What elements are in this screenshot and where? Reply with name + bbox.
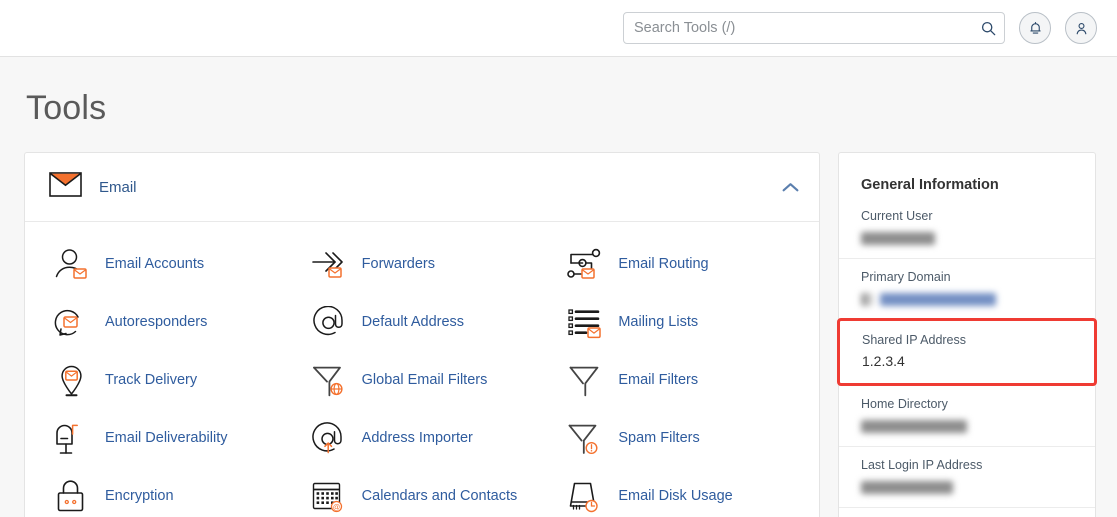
search-container: [623, 12, 1005, 44]
info-value-primary-domain[interactable]: [861, 290, 1073, 306]
tool-global-email-filters[interactable]: Global Email Filters: [294, 352, 551, 410]
info-row-last-login-ip-address: Last Login IP Address: [839, 446, 1095, 507]
loop-arrow-envelope-icon: [53, 304, 91, 342]
envelope-icon: [49, 172, 82, 202]
bell-icon[interactable]: [1019, 12, 1051, 44]
tool-email-filters[interactable]: Email Filters: [550, 352, 807, 410]
redacted-value: [861, 480, 953, 494]
sidebar-title: General Information: [861, 177, 999, 193]
tool-email-routing[interactable]: Email Routing: [550, 236, 807, 294]
tool-email-disk-usage[interactable]: Email Disk Usage: [550, 468, 807, 517]
search-input[interactable]: [623, 12, 1005, 44]
list-envelope-icon: [566, 304, 604, 342]
redacted-value: [861, 231, 935, 245]
tool-label: Address Importer: [361, 430, 473, 447]
page-title: Tools: [26, 89, 107, 127]
info-label: Last Login IP Address: [861, 458, 983, 472]
redacted-value: [861, 419, 967, 433]
main-content: Email Email Accounts Forwarders Email Ro…: [0, 128, 1117, 517]
tool-label: Mailing Lists: [618, 314, 699, 331]
info-label: Current User: [861, 209, 933, 223]
mailbox-icon: [53, 420, 91, 458]
calendar-at-icon: @: [310, 478, 348, 516]
tool-default-address[interactable]: Default Address: [294, 294, 551, 352]
tool-label: Global Email Filters: [361, 372, 488, 389]
email-section-header[interactable]: Email: [25, 153, 819, 222]
search-icon[interactable]: [977, 17, 999, 39]
chevron-up-icon[interactable]: [782, 182, 799, 193]
map-pin-envelope-icon: [53, 362, 91, 400]
tool-autoresponders[interactable]: Autoresponders: [37, 294, 294, 352]
tool-label: Encryption: [105, 488, 174, 505]
info-value-current-user: [861, 229, 1073, 245]
tool-address-importer[interactable]: Address Importer: [294, 410, 551, 468]
disk-clock-icon: [566, 478, 604, 516]
tool-spam-filters[interactable]: Spam Filters: [550, 410, 807, 468]
info-label: Home Directory: [861, 397, 948, 411]
info-row-current-user: Current User: [839, 209, 1095, 258]
redacted-favicon: [861, 292, 872, 306]
tool-track-delivery[interactable]: Track Delivery: [37, 352, 294, 410]
tool-label: Forwarders: [361, 256, 435, 273]
info-row-shared-ip-address: Shared IP Address 1.2.3.4: [837, 318, 1097, 386]
tool-encryption[interactable]: Encryption: [37, 468, 294, 517]
tool-label: Email Disk Usage: [618, 488, 733, 505]
info-value-home-directory: [861, 417, 1073, 433]
tool-label: Email Accounts: [105, 256, 205, 273]
tool-label: Track Delivery: [105, 372, 198, 389]
top-header-bar: [0, 0, 1117, 57]
info-row-partial: [839, 507, 1095, 517]
tool-label: Spam Filters: [618, 430, 700, 447]
at-sign-icon: [310, 304, 348, 342]
at-sign-upload-icon: [310, 420, 348, 458]
svg-text:@: @: [332, 502, 340, 511]
funnel-icon: [566, 362, 604, 400]
info-value-last-login-ip-address: [861, 478, 1073, 494]
email-section-title: Email: [99, 178, 137, 196]
funnel-globe-icon: [310, 362, 348, 400]
tool-email-deliverability[interactable]: Email Deliverability: [37, 410, 294, 468]
user-envelope-icon: [53, 246, 91, 284]
redacted-value: [879, 292, 996, 306]
info-label: Primary Domain: [861, 270, 951, 284]
funnel-warning-icon: [566, 420, 604, 458]
tool-email-accounts[interactable]: Email Accounts: [37, 236, 294, 294]
arrow-forward-envelope-icon: [310, 246, 348, 284]
tool-calendars-and-contacts[interactable]: @ Calendars and Contacts: [294, 468, 551, 517]
email-section-card: Email Email Accounts Forwarders Email Ro…: [24, 152, 820, 517]
general-information-panel: General Information Current User Primary…: [837, 152, 1097, 517]
email-tools-grid: Email Accounts Forwarders Email Routing …: [25, 222, 819, 517]
tool-label: Autoresponders: [105, 314, 208, 331]
tool-label: Email Deliverability: [105, 430, 228, 447]
tool-label: Default Address: [361, 314, 465, 331]
tool-mailing-lists[interactable]: Mailing Lists: [550, 294, 807, 352]
info-row-home-directory: Home Directory: [839, 385, 1095, 446]
user-icon[interactable]: [1065, 12, 1097, 44]
routing-nodes-envelope-icon: [566, 246, 604, 284]
tool-label: Email Routing: [618, 256, 709, 273]
tool-forwarders[interactable]: Forwarders: [294, 236, 551, 294]
info-value-shared-ip-address: 1.2.3.4: [862, 353, 905, 369]
tool-label: Email Filters: [618, 372, 699, 389]
padlock-icon: [53, 478, 91, 516]
tool-label: Calendars and Contacts: [361, 488, 518, 505]
info-row-primary-domain: Primary Domain: [839, 258, 1095, 319]
info-label: Shared IP Address: [862, 333, 967, 347]
